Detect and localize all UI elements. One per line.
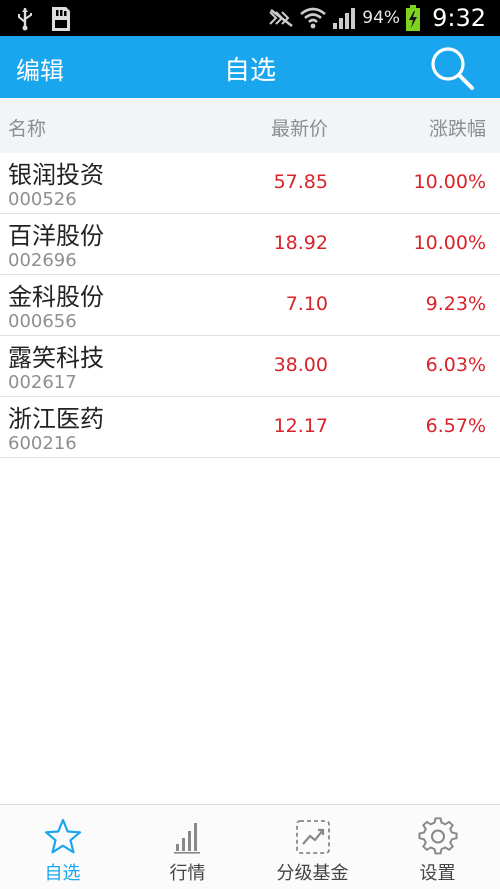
stock-row[interactable]: 露笑科技 002617 38.00 6.03%: [0, 336, 500, 397]
stock-code: 600216: [8, 433, 77, 454]
clock: 9:32: [432, 4, 486, 32]
nav-label: 分级基金: [276, 863, 349, 884]
page-title: 自选: [223, 56, 276, 86]
stock-code: 002696: [8, 250, 77, 271]
stock-name: 百洋股份: [8, 222, 104, 250]
stock-change: 10.00%: [413, 171, 486, 193]
nav-item-market[interactable]: 行情: [125, 805, 250, 889]
trend-icon: [295, 820, 330, 854]
stock-name: 浙江医药: [8, 405, 104, 433]
stock-name: 银润投资: [8, 161, 104, 189]
search-icon: [431, 47, 474, 90]
status-bar: 94% 9:32: [0, 0, 500, 36]
usb-icon: [18, 8, 32, 31]
column-header: 名称 最新价 涨跌幅: [0, 98, 500, 153]
stock-change: 10.00%: [413, 232, 486, 254]
stock-code: 000656: [8, 311, 77, 332]
stock-name: 金科股份: [8, 283, 104, 311]
star-icon: [44, 818, 81, 854]
nav-item-graded-fund[interactable]: 分级基金: [250, 805, 375, 889]
nav-item-watchlist[interactable]: 自选: [0, 805, 125, 889]
signal-icon: [333, 8, 356, 29]
stock-change: 6.03%: [425, 354, 486, 376]
mute-icon: [269, 9, 294, 27]
nav-label: 行情: [169, 863, 206, 884]
stock-price: 12.17: [273, 415, 328, 437]
stock-name: 露笑科技: [8, 344, 104, 372]
bar-chart-icon: [173, 823, 200, 854]
column-change[interactable]: 涨跌幅: [429, 114, 486, 141]
stock-price: 7.10: [285, 293, 328, 315]
stock-price: 18.92: [273, 232, 328, 254]
stock-code: 000526: [8, 189, 77, 210]
stock-row[interactable]: 浙江医药 600216 12.17 6.57%: [0, 397, 500, 458]
stock-change: 9.23%: [425, 293, 486, 315]
app-header: 编辑 自选: [0, 36, 500, 98]
bottom-nav: 自选 行情 分级基金 设置: [0, 804, 500, 889]
nav-label: 自选: [44, 863, 81, 884]
stock-change: 6.57%: [425, 415, 486, 437]
sd-card-icon: [52, 7, 70, 31]
stock-price: 38.00: [273, 354, 328, 376]
gear-icon: [418, 817, 457, 855]
battery-percent: 94%: [362, 8, 401, 28]
column-name[interactable]: 名称: [8, 114, 46, 141]
edit-button[interactable]: 编辑: [16, 51, 64, 86]
nav-label: 设置: [419, 863, 456, 884]
battery-charging-icon: [406, 5, 421, 31]
stock-price: 57.85: [273, 171, 328, 193]
stock-row[interactable]: 金科股份 000656 7.10 9.23%: [0, 275, 500, 336]
search-button[interactable]: [428, 44, 476, 92]
wifi-icon: [300, 7, 327, 29]
column-price[interactable]: 最新价: [271, 114, 328, 141]
watchlist: 银润投资 000526 57.85 10.00% 百洋股份 002696 18.…: [0, 153, 500, 458]
stock-code: 002617: [8, 372, 77, 393]
stock-row[interactable]: 银润投资 000526 57.85 10.00%: [0, 153, 500, 214]
stock-row[interactable]: 百洋股份 002696 18.92 10.00%: [0, 214, 500, 275]
nav-item-settings[interactable]: 设置: [375, 805, 500, 889]
